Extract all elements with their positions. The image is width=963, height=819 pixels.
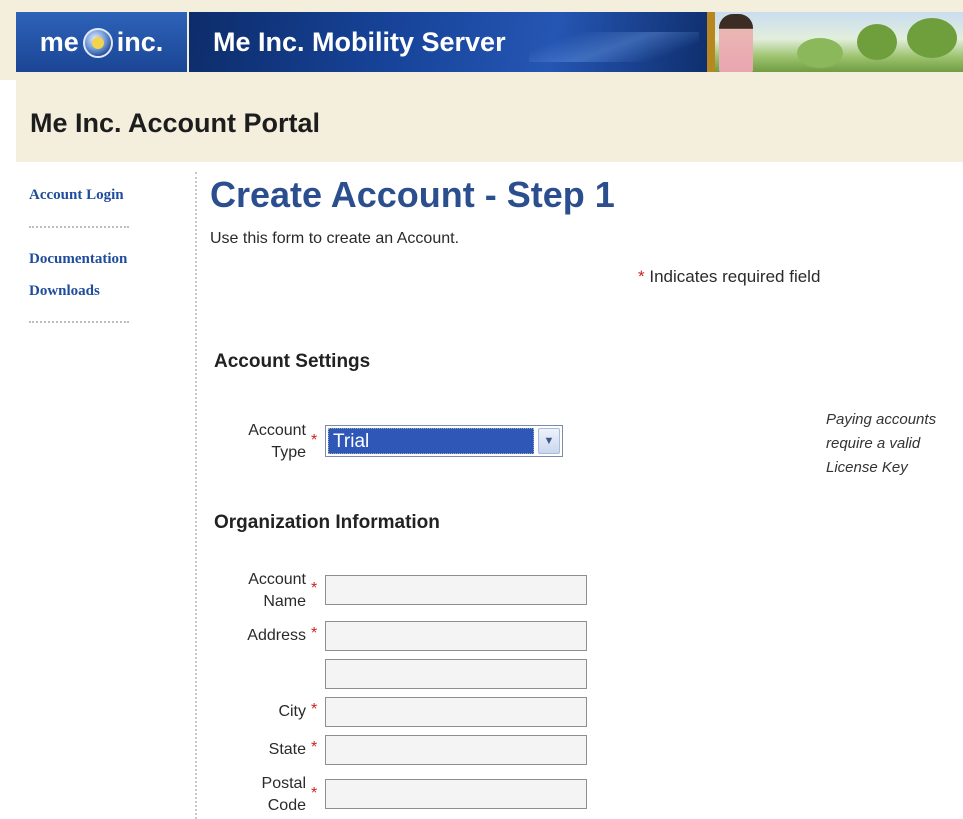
postal-code-label-line2: Code (267, 797, 306, 814)
account-type-label-line1: Account (248, 422, 306, 439)
account-type-label: Account Type (230, 420, 306, 464)
server-title-bar: Me Inc. Mobility Server (189, 12, 707, 72)
sidebar-item-downloads[interactable]: Downloads (29, 283, 100, 300)
banner-photo-tree (907, 18, 957, 58)
top-banner: me inc. Me Inc. Mobility Server (0, 0, 963, 80)
city-required-star: * (311, 701, 318, 718)
banner-photo-tree (797, 38, 843, 68)
intro-text: Use this form to create an Account. (210, 230, 460, 247)
banner-photo-person (719, 14, 753, 72)
postal-code-required-star: * (311, 785, 318, 802)
logo-text-inc: inc. (116, 26, 164, 57)
account-type-selected-value: Trial (328, 428, 534, 454)
chevron-down-icon[interactable]: ▼ (538, 428, 560, 454)
me-inc-logo[interactable]: me inc. (16, 12, 187, 72)
postal-code-input[interactable] (325, 779, 587, 809)
state-required-star: * (311, 739, 318, 756)
sidebar: Account Login Documentation Downloads (16, 162, 196, 819)
city-input[interactable] (325, 697, 587, 727)
sidebar-item-account-login[interactable]: Account Login (29, 187, 124, 204)
banner-photo-stripe (707, 12, 715, 72)
sidebar-divider-dots (29, 321, 129, 323)
account-name-label: Account Name (230, 569, 306, 613)
page-heading: Create Account - Step 1 (210, 174, 615, 215)
address-line1-input[interactable] (325, 621, 587, 651)
state-input[interactable] (325, 735, 587, 765)
account-type-label-line2: Type (271, 444, 306, 461)
account-name-required-star: * (311, 580, 318, 597)
address-label: Address (247, 627, 306, 644)
required-star: * (638, 267, 645, 286)
account-type-select[interactable]: Trial ▼ (325, 425, 563, 457)
account-name-label-line2: Name (263, 593, 306, 610)
banner-photo-tree (857, 24, 897, 60)
section-account-settings: Account Settings (214, 351, 371, 372)
logo-globe-icon (82, 28, 113, 58)
license-key-note: Paying accounts require a valid License … (826, 411, 937, 476)
section-organization-information: Organization Information (214, 512, 440, 533)
portal-title: Me Inc. Account Portal (30, 108, 321, 138)
account-name-label-line1: Account (248, 571, 306, 588)
sidebar-item-documentation[interactable]: Documentation (29, 251, 127, 268)
sidebar-divider-dots (29, 226, 129, 228)
state-label: State (268, 741, 306, 758)
address-line2-input[interactable] (325, 659, 587, 689)
sidebar-vertical-divider (195, 172, 197, 819)
logo-text-me: me (39, 26, 79, 57)
required-note-text: Indicates required field (649, 267, 821, 286)
decorative-streak (529, 32, 699, 62)
required-field-note: * Indicates required field (638, 267, 820, 287)
banner-photo (707, 12, 963, 72)
postal-code-label-line1: Postal (261, 775, 306, 792)
postal-code-label: Postal Code (230, 773, 306, 817)
city-label: City (278, 703, 306, 720)
portal-header: Me Inc. Account Portal (16, 80, 963, 162)
address-required-star: * (311, 625, 318, 642)
account-type-required-star: * (311, 432, 318, 449)
account-name-input[interactable] (325, 575, 587, 605)
server-title: Me Inc. Mobility Server (213, 26, 506, 57)
